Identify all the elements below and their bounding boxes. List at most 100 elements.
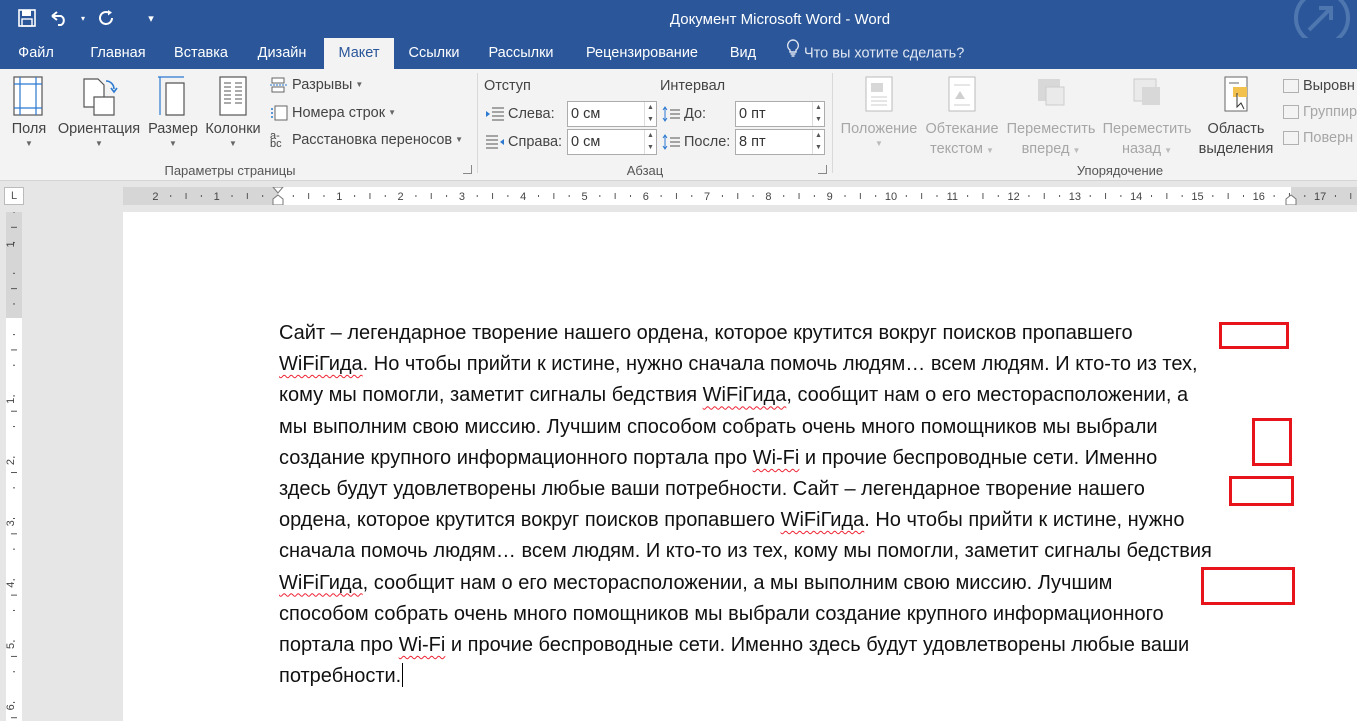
- spinner-arrows-icon[interactable]: ▲ ▼: [812, 102, 824, 126]
- send-backward-label-2: назад: [1121, 141, 1162, 157]
- wrap-text-label-2: текстом: [930, 141, 983, 157]
- ruler-label: 4: [520, 191, 526, 203]
- spinner-arrows-icon[interactable]: ▲ ▼: [644, 102, 656, 126]
- ruler-label: 7: [704, 191, 710, 203]
- bring-forward-label-2: вперед: [1021, 141, 1070, 157]
- tab-file[interactable]: Файл: [8, 38, 64, 69]
- group-button[interactable]: Группир: [1283, 101, 1357, 123]
- ruler-label: 1: [6, 241, 17, 247]
- page-size-icon: [158, 76, 185, 116]
- vertical-ruler[interactable]: 1 1 2 3 4 5 6: [6, 212, 22, 721]
- ruler-label: 14: [1130, 191, 1142, 203]
- bring-forward-button[interactable]: Переместить вперед ▼: [1002, 75, 1100, 161]
- chevron-down-icon: ▼: [875, 139, 883, 148]
- tab-design[interactable]: Дизайн: [246, 38, 318, 69]
- tab-mailings[interactable]: Рассылки: [478, 38, 564, 69]
- wrap-text-icon: [948, 76, 976, 112]
- ruler-label: 17: [1314, 191, 1326, 203]
- send-backward-button[interactable]: Переместить назад ▼: [1100, 75, 1194, 161]
- text-line[interactable]: портала про Wi-Fi и прочие беспроводные …: [279, 630, 1309, 661]
- text-run: . Но чтобы прийти к истине, нужно: [864, 509, 1185, 532]
- text-line[interactable]: кому мы помогли, заметит сигналы бедстви…: [279, 380, 1309, 411]
- tab-view[interactable]: Вид: [720, 38, 766, 69]
- position-button[interactable]: Положение ▼: [836, 75, 922, 149]
- columns-button[interactable]: Колонки ▼: [203, 75, 263, 149]
- tab-review[interactable]: Рецензирование: [575, 38, 709, 69]
- text-line[interactable]: сначала помочь людям… всем людям. И кто-…: [279, 536, 1309, 567]
- orientation-button[interactable]: Ориентация ▼: [55, 75, 143, 149]
- wrap-text-label-1: Обтекание: [925, 121, 999, 137]
- arrange-group-label: Упорядочение: [1076, 163, 1164, 178]
- spacing-after-input[interactable]: 8 пт ▲ ▼: [735, 129, 825, 155]
- text-run: . Но чтобы прийти к истине, нужно сначал…: [362, 353, 1198, 376]
- text-line[interactable]: WiFiГида, сообщит нам о его месторасполо…: [279, 568, 1309, 599]
- page-setup-group-label: Параметры страницы: [164, 163, 296, 178]
- text-line[interactable]: здесь будут удовлетворены любые ваши пот…: [279, 474, 1309, 505]
- misspelled-word: Wi-Fi: [398, 633, 446, 656]
- size-button[interactable]: Размер ▼: [146, 75, 200, 149]
- indent-left-value: 0 см: [571, 106, 601, 122]
- indent-left-input[interactable]: 0 см ▲ ▼: [567, 101, 657, 127]
- chevron-down-icon: ▼: [1072, 146, 1081, 155]
- misspelled-word: WiFiГида: [279, 353, 363, 376]
- tab-layout[interactable]: Макет: [324, 38, 394, 69]
- text-run: , сообщит нам о его месторасположении, а: [786, 384, 1189, 407]
- wrap-text-button[interactable]: Обтекание текстом ▼: [922, 75, 1002, 161]
- text-cursor: [402, 663, 404, 688]
- horizontal-ruler[interactable]: 2 1 1 2 3 4 5 6 7 8 9 10 11 12 13 14 15 16 17: [123, 187, 1357, 205]
- breaks-icon: [270, 77, 288, 93]
- text-run: сначала помочь людям… всем людям. И кто-…: [279, 540, 1212, 563]
- text-line[interactable]: ордена, которое крутится вокруг поисков …: [279, 505, 1309, 536]
- rotate-button[interactable]: Поверн: [1283, 127, 1353, 149]
- margins-button[interactable]: Поля ▼: [8, 75, 50, 149]
- indent-right-input[interactable]: 0 см ▲ ▼: [567, 129, 657, 155]
- ribbon-tabs: Файл Главная Вставка Дизайн Макет Ссылки…: [0, 38, 1357, 69]
- page-setup-launcher-icon[interactable]: [463, 165, 472, 174]
- align-button[interactable]: Выровн: [1283, 75, 1355, 97]
- tab-insert[interactable]: Вставка: [166, 38, 236, 69]
- text-run: и прочие беспроводные сети. Именно: [799, 446, 1158, 469]
- tell-me-text: Что вы хотите сделать?: [804, 45, 965, 62]
- breaks-label: Разрывы: [292, 77, 353, 93]
- text-line[interactable]: создание крупного информационного портал…: [279, 443, 1309, 474]
- indent-left-icon: [486, 106, 504, 122]
- document-body[interactable]: Сайт – легендарное творение нашего орден…: [279, 318, 1309, 692]
- tab-references[interactable]: Ссылки: [399, 38, 469, 69]
- send-backward-icon: [1133, 78, 1160, 105]
- misspelled-word: Wi-Fi: [752, 446, 800, 469]
- spacing-after-icon: [662, 134, 680, 150]
- spinner-arrows-icon[interactable]: ▲ ▼: [812, 130, 824, 154]
- bring-forward-icon: [1038, 79, 1065, 106]
- selection-pane-icon: [1224, 76, 1248, 112]
- tab-selector[interactable]: L: [4, 187, 24, 205]
- spinner-arrows-icon[interactable]: ▲ ▼: [644, 130, 656, 154]
- line-numbers-button[interactable]: Номера строк ▼: [270, 101, 396, 125]
- spacing-before-input[interactable]: 0 пт ▲ ▼: [735, 101, 825, 127]
- text-line[interactable]: Сайт – легендарное творение нашего орден…: [279, 318, 1309, 349]
- ruler-label: 1: [214, 191, 220, 203]
- paragraph-launcher-icon[interactable]: [818, 165, 827, 174]
- text-run: ордена, которое крутится вокруг поисков …: [279, 509, 781, 532]
- chevron-down-icon: ▼: [985, 146, 994, 155]
- tell-me-box[interactable]: Что вы хотите сделать?: [786, 38, 964, 69]
- text-run: способом собрать очень много помощников …: [279, 602, 1164, 625]
- tab-home[interactable]: Главная: [80, 38, 156, 69]
- text-line[interactable]: потребности.: [279, 661, 1309, 692]
- text-run: , сообщит нам о его месторасположении, а…: [362, 571, 1113, 594]
- breaks-button[interactable]: Разрывы ▼: [270, 73, 363, 97]
- chevron-down-icon: ▼: [229, 139, 237, 148]
- hyphenation-button[interactable]: a-bc Расстановка переносов ▼: [270, 128, 463, 152]
- selection-pane-button[interactable]: Область выделения: [1196, 75, 1276, 159]
- misspelled-word: WiFiГида: [702, 384, 787, 407]
- text-line[interactable]: WiFiГида. Но чтобы прийти к истине, нужн…: [279, 349, 1309, 380]
- ruler-label: 2: [6, 459, 17, 465]
- spacing-after-label: После:: [662, 129, 730, 155]
- ruler-label: 12: [1007, 191, 1019, 203]
- ruler-label: 10: [885, 191, 897, 203]
- text-line[interactable]: способом собрать очень много помощников …: [279, 599, 1309, 630]
- paragraph-group-label: Абзац: [626, 163, 664, 178]
- ribbon-layout: Поля ▼ Ориентация ▼ Размер ▼ Колонки ▼ Р…: [0, 69, 1357, 181]
- ruler-label: 9: [827, 191, 833, 203]
- send-backward-label-1: Переместить: [1102, 121, 1192, 137]
- text-line[interactable]: мы выполним свою миссию. Лучшим способом…: [279, 412, 1309, 443]
